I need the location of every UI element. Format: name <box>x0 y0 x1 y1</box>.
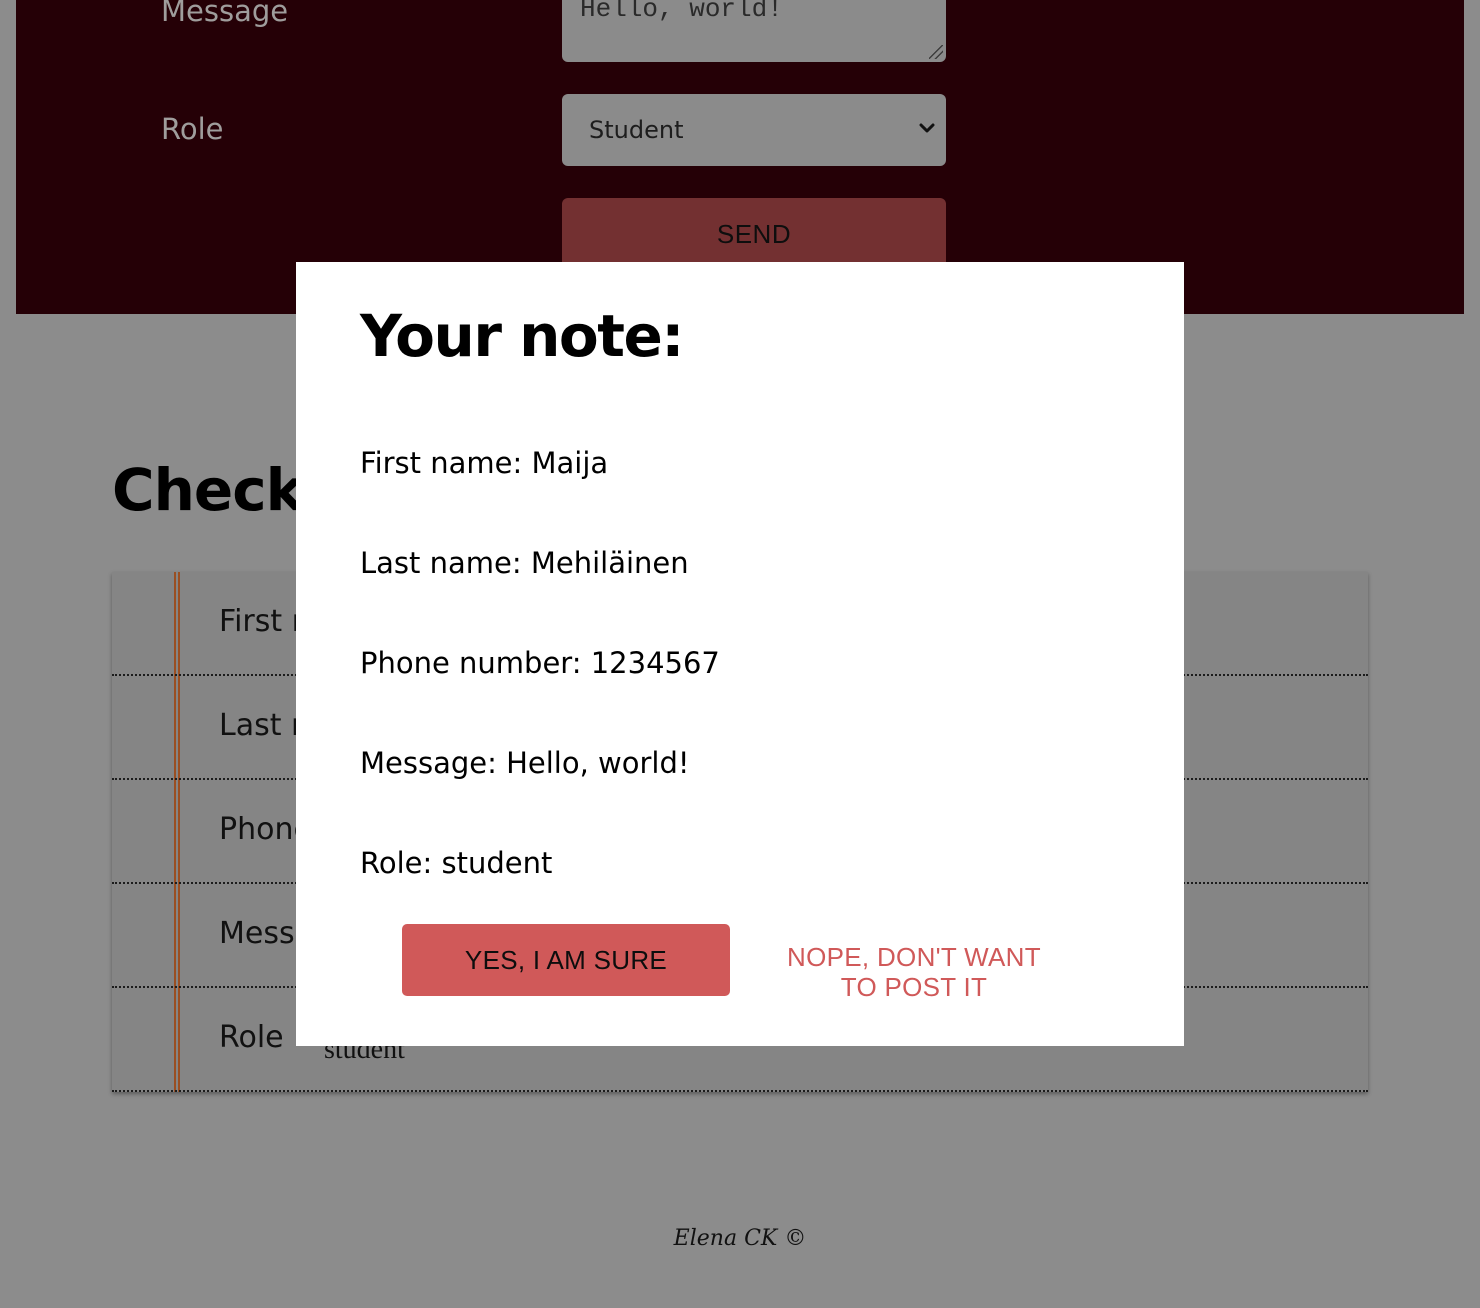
message-textarea[interactable]: Hello, world! <box>562 0 946 62</box>
send-button[interactable]: SEND <box>562 198 946 270</box>
row-label: First r <box>219 604 305 639</box>
row-label: Role <box>219 1020 284 1055</box>
role-select[interactable]: Student <box>562 94 946 166</box>
chevron-down-icon <box>919 123 935 133</box>
note-last-name: Last name: Mehiläinen <box>360 546 689 580</box>
message-label: Message <box>161 0 289 28</box>
resize-grip-icon[interactable] <box>929 45 943 59</box>
confirm-button[interactable]: YES, I AM SURE <box>402 924 730 996</box>
note-role: Role: student <box>360 846 553 880</box>
note-message: Message: Hello, world! <box>360 746 690 780</box>
footer-credit: Elena CK © <box>673 1226 807 1251</box>
cancel-button[interactable]: NOPE, DON'T WANT TO POST IT <box>772 942 1056 1002</box>
role-selected-value: Student <box>589 116 684 144</box>
modal-title: Your note: <box>360 302 685 370</box>
role-label: Role <box>161 112 224 146</box>
check-section-title: Check <box>112 456 304 524</box>
confirm-note-modal: Your note: First name: Maija Last name: … <box>296 262 1184 1046</box>
row-label: Mess <box>219 916 295 951</box>
row-label: Last r <box>219 708 304 743</box>
note-first-name: First name: Maija <box>360 446 609 480</box>
message-value: Hello, world! <box>580 0 783 24</box>
note-phone: Phone number: 1234567 <box>360 646 720 680</box>
